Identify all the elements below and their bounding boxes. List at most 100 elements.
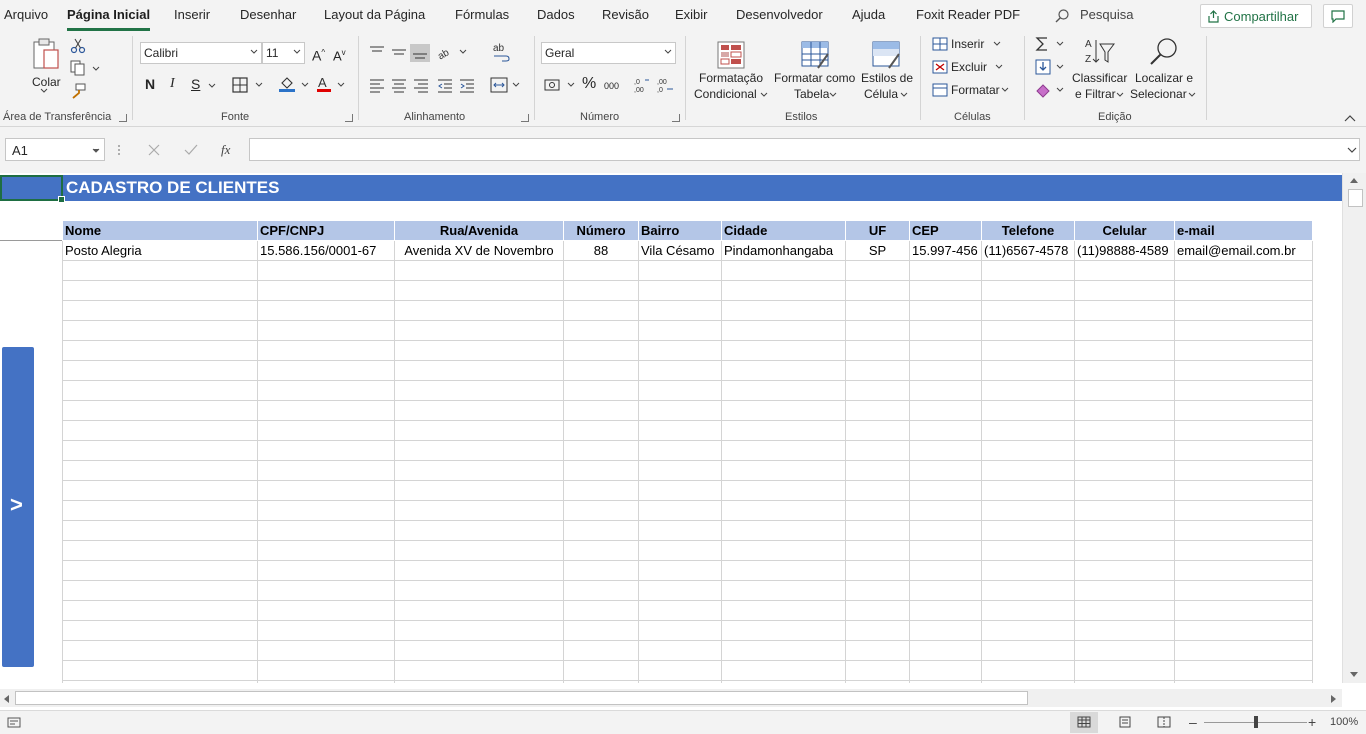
table-cell[interactable] [721, 620, 846, 641]
comments-button[interactable] [1323, 4, 1353, 28]
table-cell[interactable] [62, 500, 258, 521]
table-cell[interactable] [845, 600, 910, 621]
table-cell[interactable] [563, 640, 639, 661]
table-cell[interactable] [638, 500, 722, 521]
table-cell[interactable] [981, 280, 1075, 301]
table-cell[interactable] [721, 600, 846, 621]
table-cell[interactable] [257, 440, 395, 461]
tab-revisao[interactable]: Revisão [602, 7, 649, 22]
table-cell[interactable] [845, 500, 910, 521]
table-cell[interactable] [1174, 360, 1313, 381]
table-cell[interactable] [1074, 300, 1175, 321]
table-cell[interactable] [62, 640, 258, 661]
table-cell[interactable] [1174, 400, 1313, 421]
table-cell[interactable] [62, 320, 258, 341]
table-cell[interactable] [1074, 520, 1175, 541]
table-cell[interactable] [1174, 560, 1313, 581]
cut-icon[interactable] [70, 38, 86, 54]
table-cell[interactable] [721, 380, 846, 401]
table-cell[interactable] [394, 360, 564, 381]
table-cell[interactable] [981, 480, 1075, 501]
table-cell[interactable] [394, 340, 564, 361]
column-header[interactable]: e-mail [1174, 220, 1313, 241]
table-cell[interactable] [62, 660, 258, 681]
table-cell[interactable] [563, 400, 639, 421]
conditional-formatting-button[interactable]: Formatação Condicional [692, 38, 770, 104]
table-cell[interactable] [394, 260, 564, 281]
table-cell[interactable] [257, 500, 395, 521]
tab-desenhar[interactable]: Desenhar [240, 7, 296, 22]
collapse-ribbon-icon[interactable] [1344, 114, 1356, 122]
fill-color-icon[interactable] [278, 75, 310, 93]
table-cell[interactable] [721, 500, 846, 521]
table-cell[interactable] [909, 680, 982, 683]
table-cell[interactable] [394, 300, 564, 321]
table-cell[interactable] [62, 440, 258, 461]
table-cell[interactable] [1074, 280, 1175, 301]
table-cell[interactable] [1174, 660, 1313, 681]
table-cell[interactable] [981, 300, 1075, 321]
table-cell[interactable] [845, 440, 910, 461]
name-box[interactable]: A1 [5, 138, 105, 161]
table-cell[interactable] [909, 660, 982, 681]
table-cell[interactable] [981, 500, 1075, 521]
table-cell[interactable] [845, 320, 910, 341]
paste-button[interactable]: Colar [28, 36, 64, 96]
table-cell[interactable] [257, 640, 395, 661]
table-cell[interactable] [721, 400, 846, 421]
table-cell[interactable] [1174, 500, 1313, 521]
column-header[interactable]: Número [563, 220, 639, 241]
table-cell[interactable] [981, 440, 1075, 461]
accessibility-icon[interactable] [7, 717, 21, 729]
table-cell[interactable]: Avenida XV de Novembro [394, 240, 564, 261]
table-cell[interactable] [845, 560, 910, 581]
table-cell[interactable] [62, 480, 258, 501]
table-cell[interactable] [981, 560, 1075, 581]
table-cell[interactable] [257, 260, 395, 281]
table-cell[interactable] [909, 340, 982, 361]
table-cell[interactable] [909, 640, 982, 661]
table-cell[interactable] [721, 580, 846, 601]
format-cells-button[interactable]: Formatar [931, 82, 1015, 100]
table-cell[interactable] [638, 640, 722, 661]
side-panel-button[interactable]: > [2, 347, 34, 667]
table-cell[interactable] [721, 560, 846, 581]
table-cell[interactable] [1174, 580, 1313, 601]
table-cell[interactable] [257, 280, 395, 301]
table-cell[interactable] [394, 280, 564, 301]
column-header[interactable]: Telefone [981, 220, 1075, 241]
expand-formula-bar-icon[interactable] [1347, 147, 1357, 153]
copy-icon[interactable] [70, 60, 100, 76]
tab-foxit-reader-pdf[interactable]: Foxit Reader PDF [916, 7, 1020, 22]
horizontal-scroll-thumb[interactable] [15, 691, 1028, 705]
table-cell[interactable] [721, 280, 846, 301]
normal-view-button[interactable] [1070, 712, 1098, 733]
table-cell[interactable] [257, 380, 395, 401]
table-cell[interactable] [62, 460, 258, 481]
table-cell[interactable] [638, 260, 722, 281]
table-cell[interactable] [394, 420, 564, 441]
table-cell[interactable] [638, 360, 722, 381]
table-cell[interactable] [981, 420, 1075, 441]
table-cell[interactable] [909, 360, 982, 381]
table-cell[interactable] [638, 660, 722, 681]
table-cell[interactable] [845, 380, 910, 401]
chevron-down-icon[interactable] [208, 83, 216, 88]
table-cell[interactable] [981, 340, 1075, 361]
table-cell[interactable] [1074, 380, 1175, 401]
table-cell[interactable] [563, 300, 639, 321]
table-cell[interactable]: Posto Alegria [62, 240, 258, 261]
table-cell[interactable] [845, 520, 910, 541]
table-cell[interactable] [638, 460, 722, 481]
table-cell[interactable] [257, 360, 395, 381]
font-size-select[interactable]: 11 [262, 42, 305, 64]
page-layout-view-icon[interactable] [1118, 716, 1132, 728]
column-header[interactable]: Celular [1074, 220, 1175, 241]
table-cell[interactable] [845, 680, 910, 683]
table-cell[interactable] [909, 320, 982, 341]
column-header[interactable]: Bairro [638, 220, 722, 241]
tab-dados[interactable]: Dados [537, 7, 575, 22]
table-cell[interactable] [563, 560, 639, 581]
table-cell[interactable] [981, 460, 1075, 481]
table-cell[interactable] [845, 260, 910, 281]
